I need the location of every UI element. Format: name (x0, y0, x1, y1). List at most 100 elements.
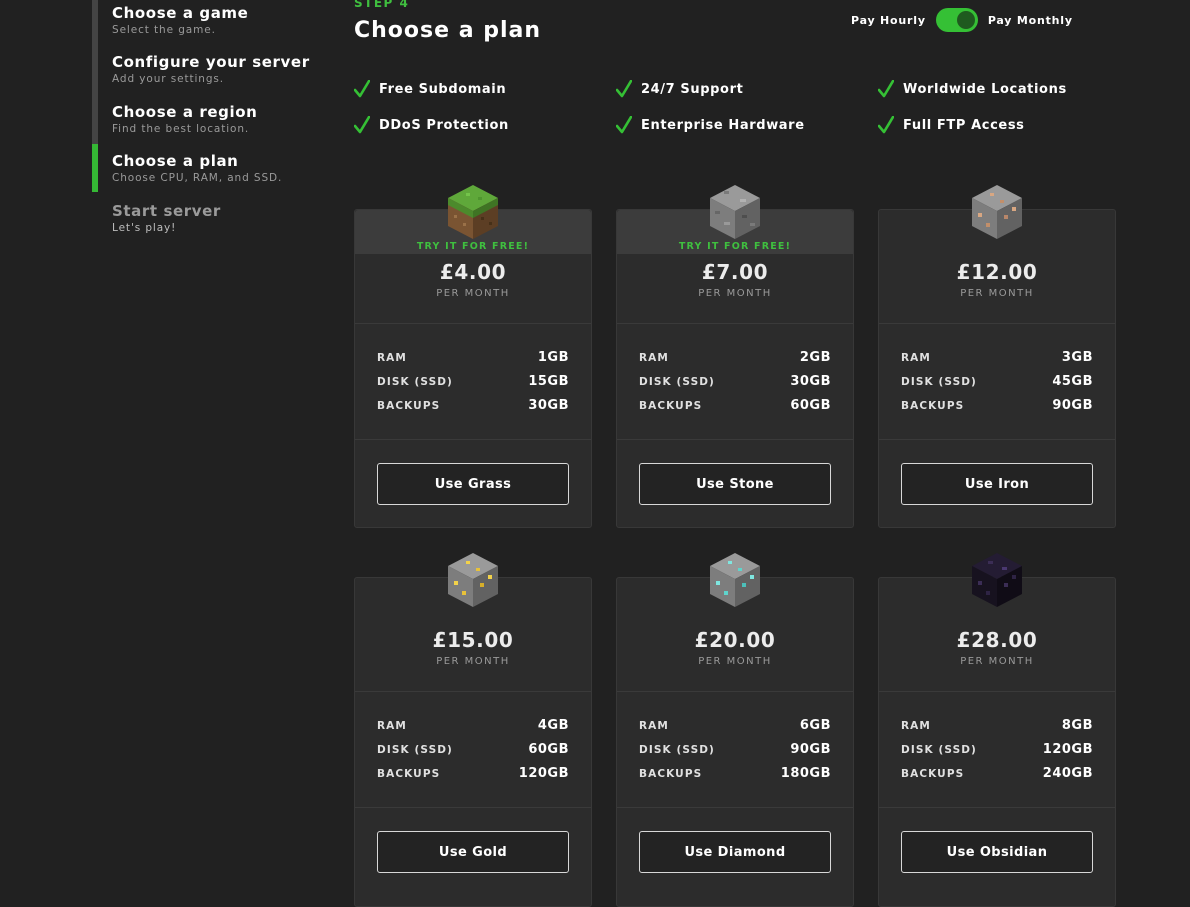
check-icon (616, 80, 632, 98)
card-divider (617, 439, 853, 440)
plan-price: £28.00 (956, 628, 1038, 652)
feature-support: 24/7 Support (616, 80, 743, 98)
spec-value: 4GB (537, 718, 569, 733)
spec-value: 120GB (518, 766, 569, 781)
spec-ram: RAM 4GB (377, 718, 569, 733)
spec-value: 1GB (537, 350, 569, 365)
spec-backups: BACKUPS 180GB (639, 766, 831, 781)
spec-value: 2GB (799, 350, 831, 365)
feature-worldwide-locations: Worldwide Locations (878, 80, 1067, 98)
stepper-track-current (92, 144, 98, 192)
spec-key: BACKUPS (377, 400, 441, 412)
gold-ore-block-icon (448, 553, 498, 607)
card-divider (355, 807, 591, 808)
diamond-ore-block-icon (710, 553, 760, 607)
step-title: Configure your server (112, 53, 310, 71)
feature-label: Full FTP Access (903, 117, 1025, 133)
stepper-track-completed (92, 0, 98, 144)
card-divider (879, 323, 1115, 324)
spec-disk: DISK (SSD) 15GB (377, 374, 569, 389)
use-obsidian-button[interactable]: Use Obsidian (901, 831, 1093, 873)
check-icon (354, 80, 370, 98)
spec-value: 30GB (528, 398, 569, 413)
plan-card-grass: TRY IT FOR FREE! £4.00 PER MONTH RAM 1GB … (354, 185, 592, 528)
spec-value: 60GB (528, 742, 569, 757)
card-divider (617, 691, 853, 692)
plan-card-iron: £12.00 PER MONTH RAM 3GB DISK (SSD) 45GB B… (878, 185, 1116, 528)
spec-value: 45GB (1052, 374, 1093, 389)
spec-key: BACKUPS (639, 400, 703, 412)
use-diamond-button[interactable]: Use Diamond (639, 831, 831, 873)
promo-text: TRY IT FOR FREE! (678, 241, 792, 252)
billing-period-toggle[interactable] (935, 8, 978, 32)
card-divider (879, 439, 1115, 440)
spec-disk: DISK (SSD) 60GB (377, 742, 569, 757)
check-icon (354, 116, 370, 134)
feature-enterprise-hardware: Enterprise Hardware (616, 116, 805, 134)
step-number-label: STEP 4 (354, 0, 410, 10)
spec-key: DISK (SSD) (377, 744, 453, 756)
billing-toggle-group: Pay Hourly Pay Monthly (851, 8, 1073, 32)
feature-label: DDoS Protection (379, 117, 509, 133)
spec-key: RAM (377, 352, 407, 364)
promo-text: TRY IT FOR FREE! (416, 241, 530, 252)
price-period: PER MONTH (960, 656, 1034, 667)
spec-backups: BACKUPS 90GB (901, 398, 1093, 413)
use-grass-button[interactable]: Use Grass (377, 463, 569, 505)
spec-key: DISK (SSD) (901, 376, 977, 388)
use-stone-button[interactable]: Use Stone (639, 463, 831, 505)
spec-value: 120GB (1042, 742, 1093, 757)
spec-key: RAM (639, 352, 669, 364)
spec-value: 30GB (790, 374, 831, 389)
step-subtitle: Find the best location. (112, 123, 250, 135)
feature-free-subdomain: Free Subdomain (354, 80, 506, 98)
spec-value: 15GB (528, 374, 569, 389)
spec-value: 180GB (780, 766, 831, 781)
spec-key: DISK (SSD) (639, 376, 715, 388)
stone-block-icon (710, 185, 760, 239)
plan-price: £7.00 (701, 260, 769, 284)
price-period: PER MONTH (698, 288, 772, 299)
step-title: Start server (112, 202, 221, 220)
card-divider (355, 691, 591, 692)
card-divider (617, 807, 853, 808)
spec-disk: DISK (SSD) 30GB (639, 374, 831, 389)
feature-label: 24/7 Support (641, 81, 744, 97)
step-choose-region[interactable]: Choose a region Find the best location. (112, 103, 257, 135)
check-icon (878, 116, 894, 134)
feature-label: Enterprise Hardware (641, 117, 805, 133)
price-period: PER MONTH (960, 288, 1034, 299)
step-configure-server[interactable]: Configure your server Add your settings. (112, 53, 310, 85)
use-iron-button[interactable]: Use Iron (901, 463, 1093, 505)
spec-key: DISK (SSD) (377, 376, 453, 388)
spec-key: BACKUPS (901, 768, 965, 780)
feature-label: Worldwide Locations (903, 81, 1067, 97)
spec-disk: DISK (SSD) 90GB (639, 742, 831, 757)
step-subtitle: Let's play! (112, 222, 177, 234)
check-icon (616, 116, 632, 134)
use-gold-button[interactable]: Use Gold (377, 831, 569, 873)
step-choose-plan[interactable]: Choose a plan Choose CPU, RAM, and SSD. (112, 152, 282, 184)
step-subtitle: Choose CPU, RAM, and SSD. (112, 172, 283, 184)
spec-backups: BACKUPS 120GB (377, 766, 569, 781)
spec-backups: BACKUPS 30GB (377, 398, 569, 413)
pay-monthly-label[interactable]: Pay Monthly (988, 14, 1073, 27)
feature-ddos-protection: DDoS Protection (354, 116, 509, 134)
obsidian-block-icon (972, 553, 1022, 607)
card-divider (879, 691, 1115, 692)
spec-value: 60GB (790, 398, 831, 413)
spec-key: RAM (639, 720, 669, 732)
pay-hourly-label[interactable]: Pay Hourly (851, 14, 926, 27)
spec-ram: RAM 1GB (377, 350, 569, 365)
feature-full-ftp-access: Full FTP Access (878, 116, 1025, 134)
spec-key: BACKUPS (639, 768, 703, 780)
step-title: Choose a region (112, 103, 258, 121)
plan-card-gold: £15.00 PER MONTH RAM 4GB DISK (SSD) 60GB B… (354, 553, 592, 907)
plan-card-obsidian: £28.00 PER MONTH RAM 8GB DISK (SSD) 120GB … (878, 553, 1116, 907)
price-period: PER MONTH (436, 656, 510, 667)
grass-block-icon (448, 185, 498, 239)
plan-card-diamond: £20.00 PER MONTH RAM 6GB DISK (SSD) 90GB B… (616, 553, 854, 907)
step-start-server: Start server Let's play! (112, 202, 221, 234)
price-period: PER MONTH (698, 656, 772, 667)
step-choose-game[interactable]: Choose a game Select the game. (112, 4, 248, 36)
